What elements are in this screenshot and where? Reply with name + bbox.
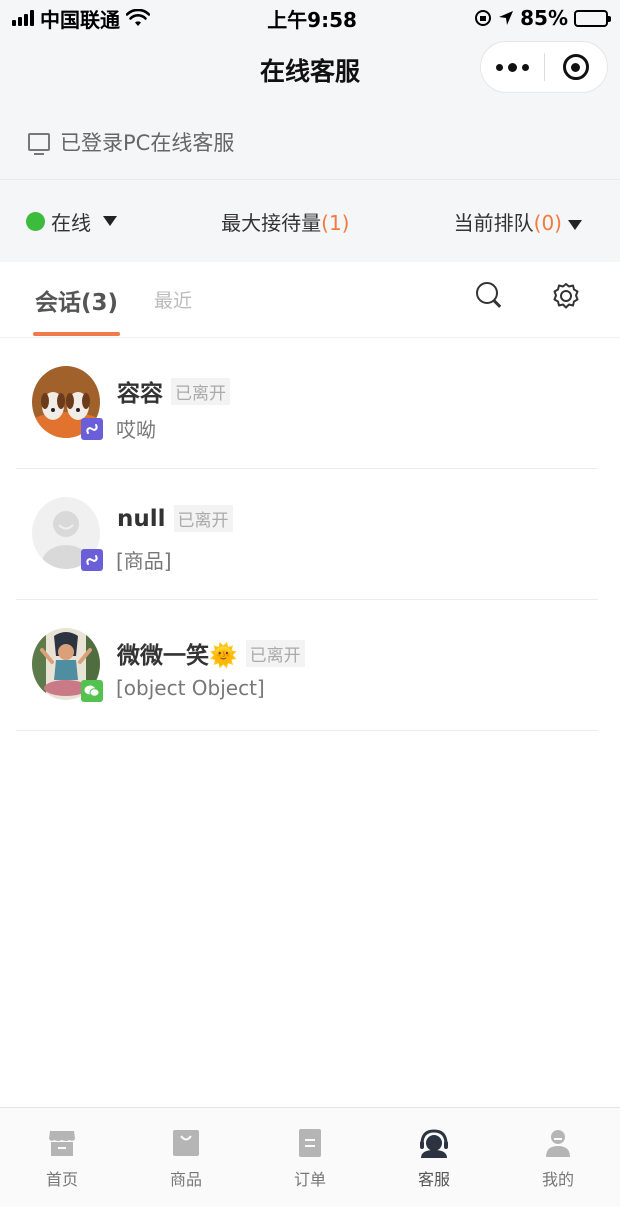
- online-status-dropdown[interactable]: 在线: [26, 207, 117, 236]
- top-area: 中国联通 上午9:58 85% 在线客服 已登录PC在线客服 在线 最大接待量(…: [0, 0, 620, 262]
- rotation-lock-icon: [475, 10, 492, 26]
- headset-icon: [420, 1129, 448, 1158]
- battery-percent: 85%: [520, 6, 568, 30]
- search-icon[interactable]: [476, 282, 502, 308]
- tab-mine[interactable]: 我的: [518, 1128, 598, 1190]
- queue-label: 当前排队: [453, 210, 534, 235]
- status-badge: 已离开: [245, 639, 305, 667]
- close-button[interactable]: [545, 42, 607, 92]
- conversation-item[interactable]: 容容 已离开 哎呦: [16, 338, 598, 469]
- mini-program-badge-icon: [81, 418, 103, 440]
- conversation-item[interactable]: null 已离开 [商品]: [16, 469, 598, 600]
- tab-conversations[interactable]: 会话(3): [32, 262, 121, 338]
- tab-recent[interactable]: 最近: [154, 262, 192, 338]
- wechat-badge-icon: [81, 680, 103, 702]
- last-message: [object Object]: [116, 676, 265, 700]
- page-title: 在线客服: [259, 57, 360, 86]
- service-status-row: 在线 最大接待量(1) 当前排队(0): [0, 180, 620, 262]
- tab-customer-service-label: 客服: [417, 1170, 450, 1189]
- signal-icon: [12, 10, 34, 26]
- mini-program-capsule: [480, 41, 608, 93]
- order-icon: [299, 1129, 321, 1157]
- last-message: 哎呦: [116, 418, 156, 442]
- caret-down-icon: [103, 216, 117, 226]
- bag-icon: [173, 1130, 199, 1156]
- queue-count: (0): [533, 210, 562, 235]
- queue-dropdown[interactable]: 当前排队(0): [454, 207, 582, 236]
- tab-orders-label: 订单: [293, 1170, 326, 1189]
- conversation-list: 容容 已离开 哎呦 null 已离开 [商品] 微微一笑🌞 已离开 [objec…: [0, 338, 620, 731]
- contact-name: null: [117, 505, 166, 532]
- last-message: [商品]: [116, 549, 172, 573]
- tab-products[interactable]: 商品: [146, 1128, 226, 1190]
- location-icon: [499, 11, 514, 25]
- conversation-item[interactable]: 微微一笑🌞 已离开 [object Object]: [16, 600, 598, 731]
- tab-orders[interactable]: 订单: [270, 1128, 350, 1190]
- tab-products-label: 商品: [169, 1170, 202, 1189]
- status-badge: 已离开: [171, 377, 230, 405]
- more-button[interactable]: [481, 42, 544, 92]
- target-icon: [562, 54, 589, 80]
- tab-home[interactable]: 首页: [22, 1128, 102, 1190]
- tab-customer-service[interactable]: 客服: [394, 1128, 474, 1190]
- contact-name: 微微一笑🌞: [117, 643, 238, 669]
- pc-login-status: 已登录PC在线客服: [0, 104, 620, 180]
- max-reception: 最大接待量(1): [221, 207, 349, 236]
- pc-status-text: 已登录PC在线客服: [60, 130, 235, 155]
- bottom-tab-bar: 首页 商品 订单 客服 我的: [0, 1107, 620, 1207]
- max-label: 最大接待量: [221, 210, 322, 235]
- online-dot-icon: [26, 211, 45, 231]
- carrier-label: 中国联通: [40, 7, 120, 32]
- clock: 上午9:58: [267, 7, 357, 32]
- settings-gear-icon[interactable]: [552, 282, 580, 310]
- online-label: 在线: [51, 210, 91, 235]
- caret-down-icon: [568, 219, 582, 230]
- wifi-icon: [126, 9, 150, 26]
- contact-name: 容容: [117, 381, 163, 407]
- user-icon: [546, 1130, 570, 1157]
- nav-bar: 在线客服: [0, 36, 620, 104]
- status-badge: 已离开: [173, 505, 233, 532]
- max-count: (1): [321, 210, 350, 235]
- status-bar: 中国联通 上午9:58 85%: [0, 0, 620, 36]
- tabs-row: 会话(3) 最近: [0, 262, 620, 338]
- battery-icon: [574, 9, 611, 27]
- store-icon: [49, 1131, 75, 1156]
- tab-mine-label: 我的: [541, 1170, 574, 1189]
- tab-home-label: 首页: [45, 1170, 78, 1189]
- mini-program-badge-icon: [81, 549, 103, 571]
- monitor-icon: [28, 132, 50, 155]
